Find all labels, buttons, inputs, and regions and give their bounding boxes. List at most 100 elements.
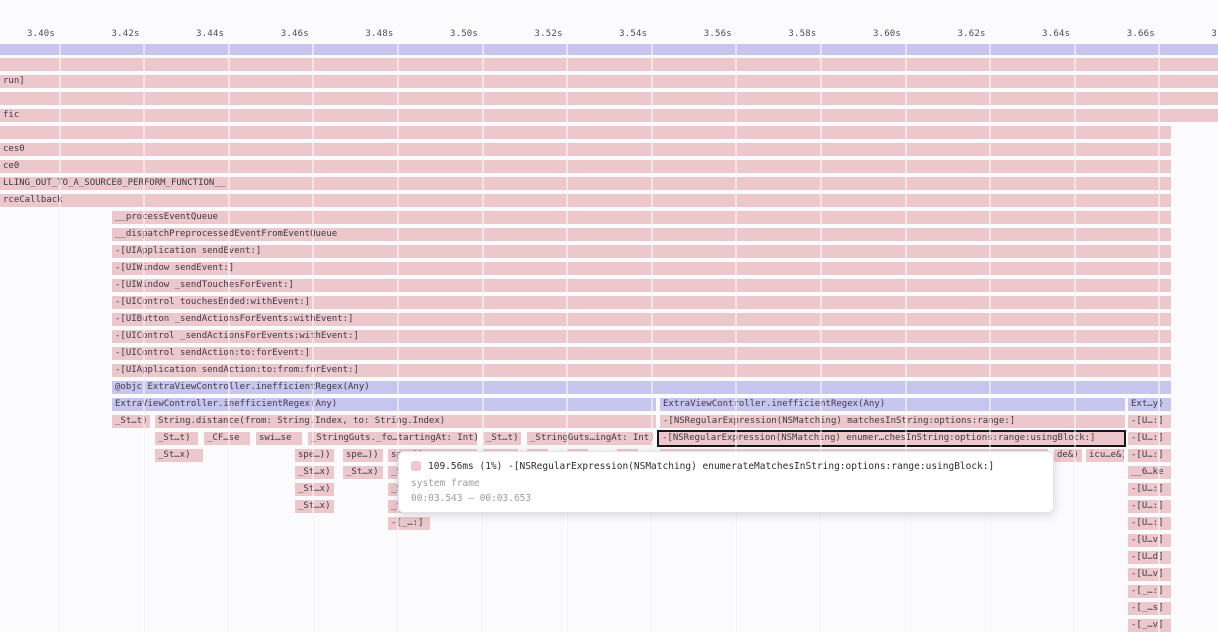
frame-bar[interactable]: _StringGuts._fo…tartingAt: Int) [308, 432, 477, 445]
flame-chart[interactable]: 3.40s3.42s3.44s3.46s3.48s3.50s3.52s3.54s… [0, 0, 1218, 632]
frame-bar[interactable]: -[UIControl touchesEnded:withEvent:] [112, 296, 1171, 309]
frame-bar[interactable]: -[U…:] [1128, 483, 1171, 496]
frame-bar[interactable]: -[_…:] [388, 517, 430, 530]
grid-line [735, 43, 737, 632]
frame-bar[interactable]: -[UIButton _sendActionsForEvents:withEve… [112, 313, 1171, 326]
frame-label: -[_…v] [1128, 619, 1171, 632]
frame-label: String.distance(from: String.Index, to: … [155, 415, 656, 428]
frame-bar[interactable]: __processEventQueue [112, 211, 1171, 224]
frame-label: fic [0, 109, 1218, 122]
frame-bar[interactable]: -[U…:] [1128, 415, 1171, 428]
frame-bar[interactable]: -[UIApplication sendEvent:] [112, 245, 1171, 258]
frame-bar[interactable]: -[UIControl _sendActionsForEvents:withEv… [112, 330, 1171, 343]
ruler-tick-label: 3.60s [873, 29, 901, 39]
tooltip-time-range: 00:03.543 — 00:03.653 [411, 493, 1041, 504]
frame-label: _St…t) [483, 432, 521, 445]
frame-label: -[U…:] [1128, 483, 1171, 496]
tooltip-title: 109.56ms (1%) -[NSRegularExpression(NSMa… [428, 461, 994, 472]
grid-line [397, 43, 399, 632]
frame-label: __dispatchPreprocessedEventFromEventQueu… [112, 228, 1171, 241]
frame-bar[interactable] [0, 58, 1218, 71]
ruler-tick-label: 3.64s [1042, 29, 1070, 39]
frame-bar[interactable] [0, 44, 1218, 55]
frame-label: _StringGuts…ingAt: Int) [527, 432, 653, 445]
ruler-tick-label: 3.50s [450, 29, 478, 39]
frame-bar[interactable]: rceCallback [0, 194, 1171, 207]
frame-label: Ext…y) [1128, 398, 1171, 411]
frame-bar[interactable]: _StringGuts…ingAt: Int) [527, 432, 653, 445]
frame-bar[interactable]: ce0 [0, 160, 1171, 173]
ruler-tick-label: 3.54s [619, 29, 647, 39]
frame-bar[interactable]: ExtraViewController.inefficientRegex(Any… [112, 398, 656, 411]
selected-frame-bar[interactable]: -[NSRegularExpression(NSMatching) enumer… [659, 432, 1124, 445]
frame-label: -[U…:] [1128, 500, 1171, 513]
frame-bar[interactable]: spe…)) [343, 449, 383, 462]
frame-bar[interactable]: swi…se [256, 432, 302, 445]
ruler-tick-label: 3.48s [365, 29, 393, 39]
frame-bar[interactable]: _St…x) [295, 500, 334, 513]
frame-bar[interactable]: __6…ke [1128, 466, 1171, 479]
frame-bar[interactable]: -[UIWindow sendEvent:] [112, 262, 1171, 275]
frame-bar[interactable]: _St…x) [343, 466, 383, 479]
frame-label: @objc ExtraViewController.inefficientReg… [112, 381, 1171, 394]
frame-bar[interactable]: _St…x) [295, 466, 334, 479]
frame-bar[interactable]: __dispatchPreprocessedEventFromEventQueu… [112, 228, 1171, 241]
grid-line [59, 43, 61, 632]
frame-bar[interactable]: de&) [1054, 449, 1082, 462]
frame-label: icu…e&) [1086, 449, 1124, 462]
frame-label: _St…t) [155, 432, 198, 445]
frame-bar[interactable]: -[UIControl sendAction:to:forEvent:] [112, 347, 1171, 360]
frame-label: _St…x) [295, 500, 334, 513]
frame-bar[interactable]: -[U…:] [1128, 449, 1171, 462]
frame-label: -[U…d] [1128, 551, 1171, 564]
frame-bar[interactable]: -[U…:] [1128, 517, 1171, 530]
frame-label: -[U…:] [1128, 449, 1171, 462]
ruler-tick-label: 3.46s [281, 29, 309, 39]
ruler-tick-label: 3.66s [1127, 29, 1155, 39]
frame-bar[interactable] [0, 92, 1218, 105]
frame-label: ExtraViewController.inefficientRegex(Any… [112, 398, 656, 411]
grid-line [482, 43, 484, 632]
ruler-tick-label: 3.56s [704, 29, 732, 39]
frame-label: rceCallback [0, 194, 1171, 207]
frame-bar[interactable]: -[U…:] [1128, 432, 1171, 445]
frame-bar[interactable]: _St…x) [295, 483, 334, 496]
frame-bar[interactable]: fic [0, 109, 1218, 122]
frame-bar[interactable]: -[U…:] [1128, 500, 1171, 513]
frame-bar[interactable]: LLING_OUT_TO_A_SOURCE0_PERFORM_FUNCTION_… [0, 177, 1171, 190]
frame-bar[interactable]: -[_…s] [1128, 602, 1171, 615]
frame-bar[interactable]: icu…e&) [1086, 449, 1124, 462]
frame-bar[interactable]: -[UIApplication sendAction:to:from:forEv… [112, 364, 1171, 377]
grid-line [651, 43, 653, 632]
frame-bar[interactable]: String.distance(from: String.Index, to: … [155, 415, 656, 428]
frame-label: -[UIControl _sendActionsForEvents:withEv… [112, 330, 1171, 343]
frame-label: -[UIButton _sendActionsForEvents:withEve… [112, 313, 1171, 326]
frame-bar[interactable] [0, 126, 1171, 139]
frame-label: -[UIApplication sendEvent:] [112, 245, 1171, 258]
frame-bar[interactable]: -[_…:] [1128, 585, 1171, 598]
frame-bar[interactable]: ExtraViewController.inefficientRegex(Any… [660, 398, 1125, 411]
frame-bar[interactable]: -[U…v] [1128, 568, 1171, 581]
frame-label: -[U…:] [1128, 415, 1171, 428]
frame-bar[interactable]: spe…)) [295, 449, 334, 462]
frame-label: -[_…:] [1128, 585, 1171, 598]
frame-bar[interactable]: _St…x) [155, 449, 203, 462]
frame-label: spe…)) [295, 449, 334, 462]
frame-bar[interactable]: Ext…y) [1128, 398, 1171, 411]
frame-bar[interactable]: ces0 [0, 143, 1171, 156]
ruler-tick-label: 3.58s [788, 29, 816, 39]
frame-bar[interactable]: -[U…v] [1128, 534, 1171, 547]
frame-label: spe…)) [343, 449, 383, 462]
frame-bar[interactable]: run] [0, 75, 1218, 88]
frame-bar[interactable]: -[U…d] [1128, 551, 1171, 564]
grid-line [820, 43, 822, 632]
frame-bar[interactable]: _St…t) [483, 432, 521, 445]
frame-bar[interactable]: -[NSRegularExpression(NSMatching) matche… [660, 415, 1125, 428]
frame-label: __processEventQueue [112, 211, 1171, 224]
frame-bar[interactable]: _St…t) [155, 432, 198, 445]
frame-label: -[UIApplication sendAction:to:from:forEv… [112, 364, 1171, 377]
grid-line [312, 43, 314, 632]
frame-bar[interactable]: -[_…v] [1128, 619, 1171, 632]
frame-bar[interactable]: @objc ExtraViewController.inefficientReg… [112, 381, 1171, 394]
frame-bar[interactable]: -[UIWindow _sendTouchesForEvent:] [112, 279, 1171, 292]
